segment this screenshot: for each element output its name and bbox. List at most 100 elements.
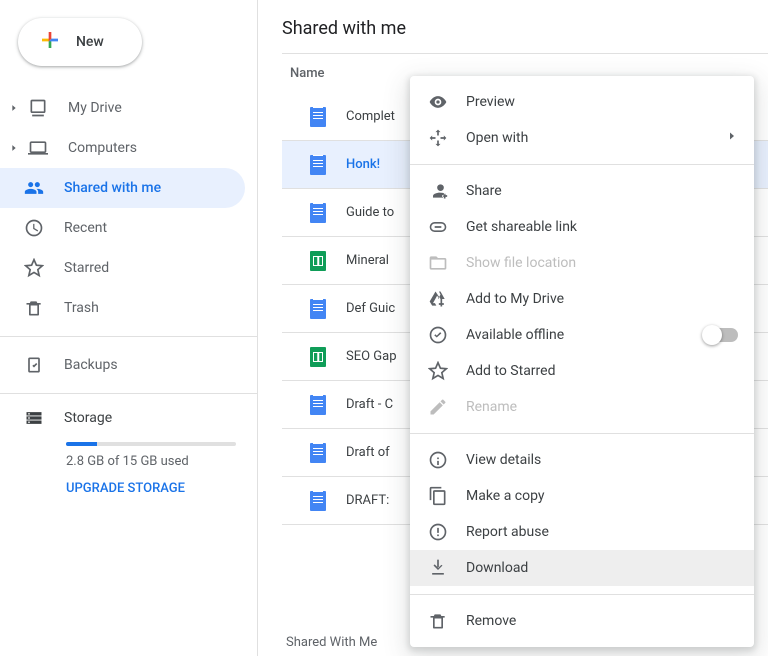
new-button[interactable]: New <box>18 18 142 66</box>
menu-item-label: Remove <box>466 613 516 629</box>
nav-section-main: My Drive Computers Shared with me Recent… <box>0 84 257 332</box>
menu-item-view-details[interactable]: View details <box>410 442 754 478</box>
menu-item-label: Report abuse <box>466 524 549 540</box>
drive-icon <box>26 96 50 120</box>
menu-item-label: Make a copy <box>466 488 545 504</box>
menu-item-add-to-my-drive[interactable]: Add to My Drive <box>410 281 754 317</box>
docs-icon <box>306 153 330 177</box>
nav-item-recent[interactable]: Recent <box>0 208 245 248</box>
nav-item-label: Trash <box>64 300 99 316</box>
docs-icon <box>306 105 330 129</box>
menu-item-add-to-starred[interactable]: Add to Starred <box>410 353 754 389</box>
menu-item-label: Add to My Drive <box>466 291 564 307</box>
sheets-icon <box>306 249 330 273</box>
storage-label: Storage <box>64 410 112 426</box>
menu-item-label: Available offline <box>466 327 564 343</box>
file-name: DRAFT: <box>346 493 389 508</box>
nav-item-trash[interactable]: Trash <box>0 288 245 328</box>
menu-item-remove[interactable]: Remove <box>410 603 754 639</box>
chevron-right-icon[interactable] <box>6 143 22 153</box>
trash-icon <box>426 609 450 633</box>
menu-item-label: Get shareable link <box>466 219 577 235</box>
computer-icon <box>26 136 50 160</box>
nav-item-label: Starred <box>64 260 109 276</box>
nav-item-storage[interactable]: Storage <box>22 406 233 430</box>
nav-item-shared-with-me[interactable]: Shared with me <box>0 168 245 208</box>
nav-item-label: My Drive <box>68 100 122 116</box>
star-icon <box>426 359 450 383</box>
menu-item-preview[interactable]: Preview <box>410 84 754 120</box>
menu-item-label: Download <box>466 560 528 576</box>
file-name: Guide to <box>346 205 394 220</box>
open-with-icon <box>426 126 450 150</box>
file-name: SEO Gap <box>346 349 397 364</box>
menu-divider <box>410 164 754 165</box>
docs-icon <box>306 489 330 513</box>
nav-item-label: Computers <box>68 140 137 156</box>
nav-item-label: Backups <box>64 357 118 373</box>
drive-add-icon <box>426 287 450 311</box>
menu-item-label: Preview <box>466 94 515 110</box>
file-name: Draft of <box>346 445 390 460</box>
folder-icon <box>426 251 450 275</box>
eye-icon <box>426 90 450 114</box>
nav-item-starred[interactable]: Starred <box>0 248 245 288</box>
new-button-label: New <box>76 34 104 50</box>
docs-icon <box>306 201 330 225</box>
docs-icon <box>306 441 330 465</box>
menu-item-get-shareable-link[interactable]: Get shareable link <box>410 209 754 245</box>
menu-divider <box>410 594 754 595</box>
page-title: Shared with me <box>282 18 768 54</box>
clock-icon <box>22 216 46 240</box>
offline-icon <box>426 323 450 347</box>
info-icon <box>426 448 450 472</box>
file-name: Honk! <box>346 157 380 172</box>
chevron-right-icon[interactable] <box>6 103 22 113</box>
menu-item-label: View details <box>466 452 541 468</box>
file-name: Draft - C <box>346 397 393 412</box>
storage-block: Storage 2.8 GB of 15 GB used UPGRADE STO… <box>0 398 257 496</box>
menu-item-open-with[interactable]: Open with <box>410 120 754 156</box>
menu-item-make-a-copy[interactable]: Make a copy <box>410 478 754 514</box>
star-icon <box>22 256 46 280</box>
nav-item-backups[interactable]: Backups <box>0 345 245 385</box>
plus-icon <box>38 28 62 56</box>
file-name: Complet <box>346 109 395 124</box>
menu-item-show-file-location: Show file location <box>410 245 754 281</box>
file-name: Def Guic <box>346 301 395 316</box>
menu-item-label: Rename <box>466 399 517 415</box>
menu-item-label: Open with <box>466 130 528 146</box>
nav-item-my-drive[interactable]: My Drive <box>0 88 245 128</box>
storage-bar <box>66 442 236 446</box>
copy-icon <box>426 484 450 508</box>
menu-item-rename: Rename <box>410 389 754 425</box>
storage-icon <box>22 406 46 430</box>
backup-icon <box>22 353 46 377</box>
share-icon <box>426 179 450 203</box>
sheets-icon <box>306 345 330 369</box>
abuse-icon <box>426 520 450 544</box>
trash-icon <box>22 296 46 320</box>
menu-item-share[interactable]: Share <box>410 173 754 209</box>
docs-icon <box>306 393 330 417</box>
nav-item-label: Recent <box>64 220 107 236</box>
download-icon <box>426 556 450 580</box>
divider <box>0 393 257 394</box>
divider <box>0 336 257 337</box>
link-icon <box>426 215 450 239</box>
upgrade-storage-link[interactable]: UPGRADE STORAGE <box>66 481 233 496</box>
toggle-switch[interactable] <box>704 328 738 342</box>
menu-item-report-abuse[interactable]: Report abuse <box>410 514 754 550</box>
nav-item-computers[interactable]: Computers <box>0 128 245 168</box>
rename-icon <box>426 395 450 419</box>
menu-item-label: Share <box>466 183 502 199</box>
nav-section-backups: Backups <box>0 341 257 389</box>
menu-item-available-offline[interactable]: Available offline <box>410 317 754 353</box>
menu-item-label: Show file location <box>466 255 576 271</box>
menu-divider <box>410 433 754 434</box>
menu-item-download[interactable]: Download <box>410 550 754 586</box>
nav-item-label: Shared with me <box>64 180 161 196</box>
storage-used-text: 2.8 GB of 15 GB used <box>66 454 233 469</box>
people-icon <box>22 176 46 200</box>
sidebar: New My Drive Computers Shared with me Re… <box>0 0 258 656</box>
